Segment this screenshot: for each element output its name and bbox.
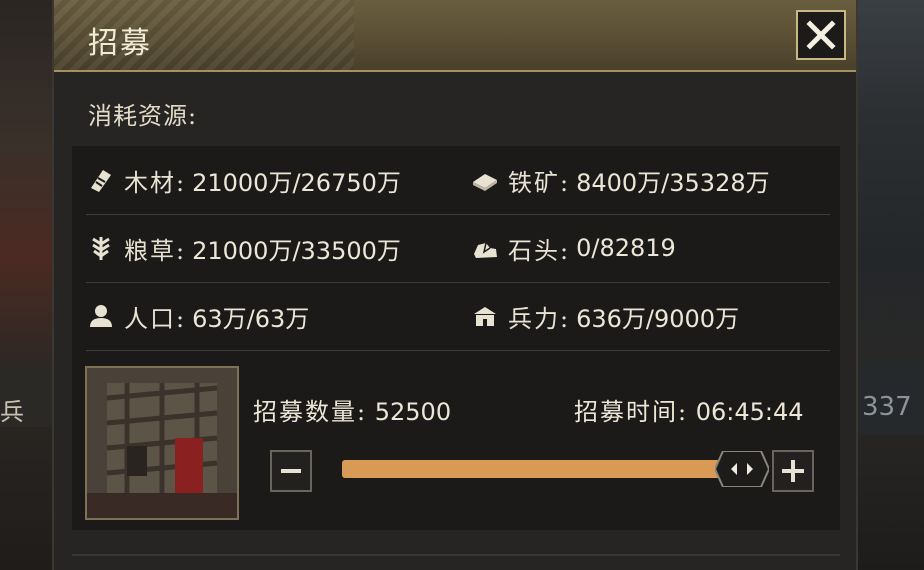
- background-right-label: 337: [862, 392, 912, 422]
- resource-label: 石头:: [508, 236, 571, 265]
- siege-unit-thumbnail: [85, 366, 239, 520]
- grain-icon: [86, 233, 116, 263]
- resource-value: 21000万/26750万: [192, 168, 401, 197]
- iron-ore-icon: [470, 165, 500, 195]
- resource-row: 粮草: 21000万/33500万 石头: 0/82819: [86, 214, 830, 283]
- resource-label: 粮草:: [124, 236, 187, 265]
- stone-icon: [470, 233, 500, 263]
- population-icon: [86, 301, 116, 331]
- close-x-icon: [806, 20, 836, 50]
- resource-value: 21000万/33500万: [192, 236, 401, 265]
- resource-row: 人口: 63万/63万 兵力: 636万/9000万: [86, 282, 830, 351]
- resource-wood: 木材: 21000万/26750万: [86, 146, 401, 214]
- resource-label: 铁矿:: [508, 168, 571, 197]
- resource-value: 636万/9000万: [576, 304, 740, 333]
- recruit-dialog: 招募 消耗资源: 木材: 21000万/26750万 铁矿: 8400万/353…: [52, 0, 858, 570]
- decrement-button[interactable]: [270, 450, 312, 492]
- recruit-count: 招募数量: 52500: [253, 392, 451, 427]
- plus-icon: [782, 460, 804, 482]
- resource-stone: 石头: 0/82819: [470, 214, 676, 282]
- recruit-slider[interactable]: [342, 450, 771, 488]
- dialog-title: 招募: [88, 26, 152, 61]
- background-right: 337: [856, 0, 924, 570]
- barracks-icon: [470, 301, 500, 331]
- recruit-time-value: 06:45:44: [695, 398, 804, 426]
- resource-iron-ore: 铁矿: 8400万/35328万: [470, 146, 770, 214]
- resource-value: 0/82819: [576, 234, 676, 262]
- recruit-time-label: 招募时间:: [574, 398, 689, 426]
- minus-icon: [281, 469, 301, 473]
- background-left-label: 兵: [0, 398, 24, 426]
- wood-icon: [86, 165, 116, 195]
- bottom-divider: [72, 554, 840, 556]
- slider-handle[interactable]: [713, 450, 771, 488]
- siege-tower-illustration: [87, 368, 237, 518]
- resource-row: 木材: 21000万/26750万 铁矿: 8400万/35328万: [86, 146, 830, 215]
- recruit-time: 招募时间: 06:45:44: [574, 392, 804, 427]
- dialog-header: 招募: [54, 0, 856, 72]
- drag-arrows-icon: [713, 450, 771, 488]
- close-button[interactable]: [796, 10, 846, 60]
- resource-label: 兵力:: [508, 304, 571, 333]
- recruit-count-label: 招募数量:: [253, 398, 368, 426]
- resource-value: 8400万/35328万: [576, 168, 770, 197]
- resource-label: 人口:: [124, 304, 187, 333]
- resource-troops: 兵力: 636万/9000万: [470, 282, 739, 350]
- resource-population: 人口: 63万/63万: [86, 282, 309, 350]
- increment-button[interactable]: [772, 450, 814, 492]
- slider-fill: [342, 460, 742, 478]
- resources-section-label: 消耗资源:: [88, 102, 198, 130]
- resource-label: 木材:: [124, 168, 187, 197]
- resource-value: 63万/63万: [192, 304, 310, 333]
- background-left: 兵: [0, 0, 60, 570]
- resources-box: 木材: 21000万/26750万 铁矿: 8400万/35328万 粮草: 2…: [72, 146, 840, 530]
- recruit-count-value: 52500: [374, 398, 452, 426]
- resource-grain: 粮草: 21000万/33500万: [86, 214, 401, 282]
